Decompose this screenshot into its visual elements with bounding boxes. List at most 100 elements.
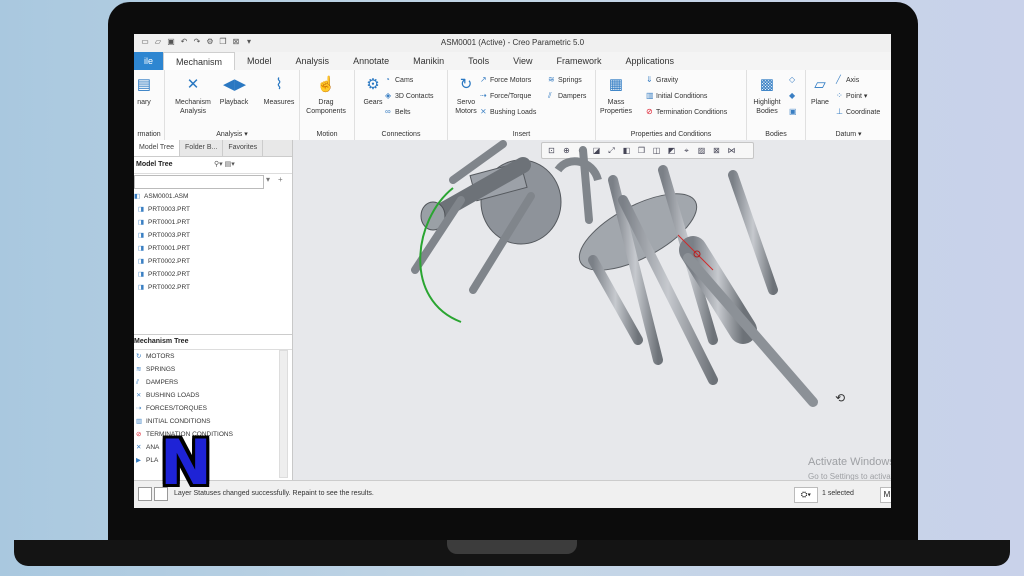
- search-dropdown-icon[interactable]: ▾: [266, 175, 270, 184]
- tab-framework[interactable]: Framework: [544, 52, 613, 70]
- ribbon-tabs: ile Mechanism Model Analysis Annotate Ma…: [134, 52, 891, 71]
- bushing-loads-button[interactable]: ⨯ Bushing Loads: [480, 106, 536, 118]
- rotate-cursor-icon: ⟲: [835, 391, 845, 405]
- drag-components-button[interactable]: ☝ Drag Components: [306, 74, 346, 116]
- navigator-tabs: Model Tree Folder B... Favorites: [134, 140, 292, 157]
- playback-icon: ▶: [136, 457, 141, 464]
- coordinate-icon: ⊥: [836, 107, 843, 116]
- mech-item-dampers[interactable]: ⫽ DAMPERS: [134, 376, 292, 389]
- mech-item-bushing-loads[interactable]: ⨯ BUSHING LOADS: [134, 389, 292, 402]
- tab-file[interactable]: ile: [134, 52, 164, 70]
- termination-icon: ⊘: [136, 431, 142, 438]
- playback-icon: ◀▶: [223, 76, 247, 93]
- tree-item-part[interactable]: ◨ PRT0002.PRT: [134, 255, 292, 268]
- mechanism-analysis-button[interactable]: ✕ Mechanism Analysis: [173, 74, 213, 116]
- tree-item-part[interactable]: ◨ PRT0002.PRT: [134, 281, 292, 294]
- axis-button[interactable]: ╱ Axis: [836, 74, 859, 86]
- part-icon: ◨: [138, 206, 145, 213]
- initial-conditions-button[interactable]: ▥ Initial Conditions: [646, 90, 707, 102]
- ribbon-group-bodies: ▩ Highlight Bodies ◇ ◆ ▣ Bodies: [747, 70, 806, 140]
- body-icon: ◇: [789, 75, 796, 84]
- selection-count: 1 selected: [822, 490, 854, 497]
- summary-button[interactable]: ▤ nary: [134, 74, 164, 107]
- watermark-title: Activate Windows: [808, 456, 891, 468]
- mech-item-forces-torques[interactable]: ⇢ FORCES/TORQUES: [134, 402, 292, 415]
- drag-hand-icon: ☝: [316, 76, 336, 93]
- plane-icon: ▱: [814, 76, 826, 93]
- force-torque-button[interactable]: ⇢ Force/Torque: [480, 90, 531, 102]
- part-icon: ◨: [138, 245, 145, 252]
- graphics-window[interactable]: ⊡ ⊕ ⊖ ◪ ⤢ ◧ ❒ ◫ ◩ ⌖ ▨ ⊠ ⋈: [293, 140, 891, 481]
- cams-button[interactable]: ◔ Cams: [385, 74, 413, 86]
- measures-button[interactable]: ⌇ Measures: [259, 74, 299, 107]
- playback-button[interactable]: ◀▶ Playback: [214, 74, 254, 107]
- bodies-tool-2[interactable]: ◆: [789, 90, 799, 102]
- plane-button[interactable]: ▱ Plane: [800, 74, 840, 107]
- ribbon-group-analysis: ✕ Mechanism Analysis ◀▶ Playback ⌇ Measu…: [165, 70, 300, 140]
- laptop-notch: [447, 540, 577, 554]
- part-icon: ◨: [138, 258, 145, 265]
- bushing-icon: ⨯: [136, 392, 142, 399]
- springs-button[interactable]: ≋ Springs: [548, 74, 582, 86]
- body-edit-icon: ◆: [789, 91, 796, 100]
- assembly-icon: ◧: [134, 193, 141, 200]
- tab-mechanism[interactable]: Mechanism: [163, 52, 236, 71]
- gravity-button[interactable]: ⇓ Gravity: [646, 74, 678, 86]
- tree-item-part[interactable]: ◨ PRT0001.PRT: [134, 216, 292, 229]
- tab-analysis[interactable]: Analysis: [284, 52, 342, 70]
- coordinate-system-button[interactable]: ⊥ Coordinate: [836, 106, 880, 118]
- tree-item-part[interactable]: ◨ PRT0002.PRT: [134, 268, 292, 281]
- part-icon: ◨: [138, 271, 145, 278]
- mechanism-tree-header: Mechanism Tree: [134, 334, 292, 350]
- ribbon-group-insert: ↻ Servo Motors ↗ Force Motors ⇢ Force/Torq…: [448, 70, 596, 140]
- tab-manikin[interactable]: Manikin: [401, 52, 456, 70]
- mass-properties-button[interactable]: ▦ Mass Properties: [596, 74, 636, 116]
- belts-icon: ∞: [385, 107, 391, 116]
- channel-logo: N: [160, 426, 212, 499]
- tab-applications[interactable]: Applications: [614, 52, 687, 70]
- tab-tools[interactable]: Tools: [456, 52, 501, 70]
- bodies-tool-1[interactable]: ◇: [789, 74, 799, 86]
- point-button[interactable]: ⁘ Point ▾: [836, 90, 867, 102]
- tab-model-tree[interactable]: Model Tree: [134, 140, 181, 156]
- ribbon-group-datum: ▱ Plane ╱ Axis ⁘ Point ▾ ⊥ Coordinate Datum…: [806, 70, 891, 140]
- tree-item-part[interactable]: ◨ PRT0001.PRT: [134, 242, 292, 255]
- right-rod-3: [728, 170, 778, 295]
- tree-settings-icon[interactable]: ⚲▾ ▤▾: [214, 157, 235, 173]
- highlight-bodies-button[interactable]: ▩ Highlight Bodies: [747, 74, 787, 116]
- summary-icon: ▤: [136, 76, 152, 93]
- termination-icon: ⊘: [646, 107, 653, 116]
- tab-folder-browser[interactable]: Folder B...: [180, 140, 224, 156]
- add-filter-icon[interactable]: +: [278, 175, 283, 184]
- mech-item-initial-conditions[interactable]: ▥ INITIAL CONDITIONS: [134, 415, 292, 428]
- force-motors-button[interactable]: ↗ Force Motors: [480, 74, 531, 86]
- tab-model[interactable]: Model: [235, 52, 284, 70]
- mech-item-motors[interactable]: ↻ MOTORS: [134, 350, 292, 363]
- mechanism-tree-scrollbar[interactable]: [279, 350, 288, 478]
- tree-item-part[interactable]: ◨ PRT0003.PRT: [134, 203, 292, 216]
- bodies-tool-3[interactable]: ▣: [789, 106, 799, 118]
- damper-icon: ⫽: [548, 91, 552, 100]
- selection-filter-icon[interactable]: ⛭▾: [794, 487, 818, 503]
- spring-icon: ≋: [548, 75, 555, 84]
- tab-view[interactable]: View: [501, 52, 544, 70]
- termination-conditions-button[interactable]: ⊘ Termination Conditions: [646, 106, 727, 118]
- tab-annotate[interactable]: Annotate: [341, 52, 401, 70]
- tree-item-asm[interactable]: ◧ ASM0001.ASM: [134, 190, 292, 203]
- tab-favorites[interactable]: Favorites: [223, 140, 264, 156]
- ribbon-group-information: ▤ nary rmation: [134, 70, 165, 140]
- tree-item-part[interactable]: ◨ PRT0003.PRT: [134, 229, 292, 242]
- tree-search-input[interactable]: [134, 175, 264, 189]
- gravity-icon: ⇓: [646, 75, 653, 84]
- mech-item-springs[interactable]: ≋ SPRINGS: [134, 363, 292, 376]
- filter-dropdown[interactable]: M: [880, 487, 891, 503]
- mechanism-analysis-icon: ✕: [186, 76, 200, 93]
- initial-conditions-icon: ▥: [646, 91, 654, 100]
- dampers-button[interactable]: ⫽ Dampers: [548, 90, 586, 102]
- axis-icon: ╱: [836, 75, 841, 84]
- initial-conditions-icon: ▥: [136, 418, 143, 425]
- 3d-contacts-button[interactable]: ◈ 3D Contacts: [385, 90, 434, 102]
- navigator-toggle-icon[interactable]: [138, 487, 152, 501]
- belts-button[interactable]: ∞ Belts: [385, 106, 411, 118]
- force-icon: ⇢: [136, 405, 142, 412]
